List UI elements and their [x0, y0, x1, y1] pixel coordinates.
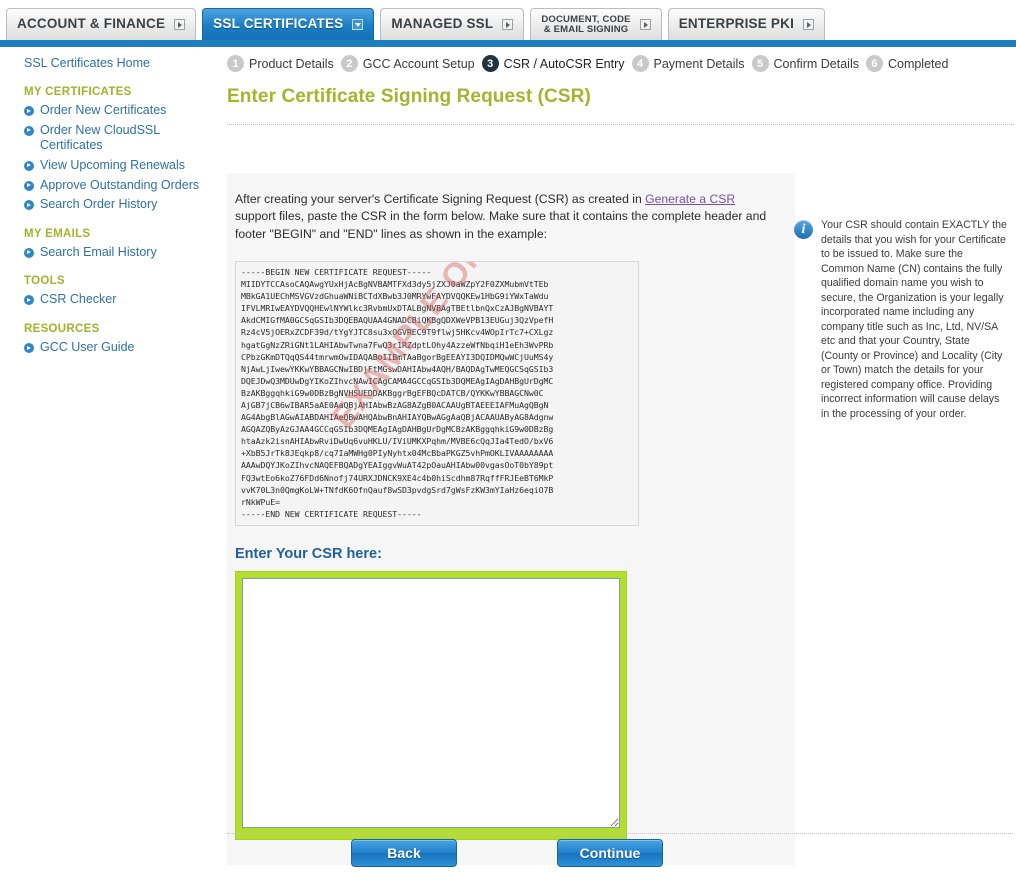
csr-example-text: -----BEGIN NEW CERTIFICATE REQUEST----- …	[241, 266, 554, 519]
info-text: Your CSR should contain EXACTLY the deta…	[821, 219, 1007, 420]
step-label: GCC Account Setup	[362, 56, 475, 71]
sidebar-item-label: CSR Checker	[40, 292, 117, 307]
tab-label: ENTERPRISE PKI	[678, 16, 795, 32]
step-confirm-details[interactable]: 5 Confirm Details	[751, 55, 859, 72]
step-csr-autocsr-entry[interactable]: 3 CSR / AutoCSR Entry	[481, 55, 625, 72]
tab-label: ACCOUNT & FINANCE	[17, 16, 166, 32]
sidebar-item-label: GCC User Guide	[40, 340, 135, 354]
info-panel: i Your CSR should contain EXACTLY the de…	[792, 173, 1014, 421]
sidebar-item-label: View Upcoming Renewals	[40, 157, 185, 172]
form-actions: Back Continue	[222, 839, 1016, 874]
arrow-bullet-icon	[24, 180, 34, 191]
step-number: 6	[865, 55, 883, 72]
arrow-bullet-icon	[24, 247, 34, 258]
generate-a-csr-link[interactable]: Generate a CSR	[645, 192, 735, 206]
csr-input[interactable]	[242, 577, 620, 828]
main-content: 1 Product Details 2 GCC Account Setup 3 …	[222, 47, 1016, 874]
step-number: 2	[340, 55, 358, 72]
sidebar-item-label: Order New Certificates	[40, 103, 167, 117]
sidebar-item-label: Search Email History	[40, 244, 157, 259]
csr-example-box: -----BEGIN NEW CERTIFICATE REQUEST----- …	[235, 260, 639, 526]
step-label: Confirm Details	[773, 56, 859, 71]
step-label: CSR / AutoCSR Entry	[503, 56, 625, 71]
chevron-right-icon[interactable]	[502, 19, 514, 30]
csr-form-panel: After creating your server's Certificate…	[227, 173, 795, 865]
step-number: 4	[631, 55, 649, 72]
step-number: 5	[751, 55, 769, 72]
back-button[interactable]: Back	[351, 839, 457, 867]
csr-textarea-label: Enter Your CSR here:	[235, 545, 382, 562]
intro-paragraph: After creating your server's Certificate…	[235, 191, 781, 243]
tab-account-finance[interactable]: ACCOUNT & FINANCE	[6, 8, 197, 40]
intro-text-part2: support files, paste the CSR in the form…	[235, 209, 767, 241]
sidebar: SSL Certificates Home MY CERTIFICATES Or…	[0, 47, 222, 358]
step-label: Completed	[887, 56, 949, 71]
sidebar-group-my-emails: MY EMAILS	[24, 227, 91, 240]
sidebar-item-gcc-user-guide[interactable]: GCC User Guide	[0, 338, 222, 358]
sidebar-item-label: Search Order History	[40, 197, 158, 212]
page-root: ACCOUNT & FINANCE SSL CERTIFICATES MANAG…	[0, 0, 1016, 874]
sidebar-item-label: Approve Outstanding Orders	[40, 177, 200, 192]
step-completed[interactable]: 6 Completed	[865, 55, 949, 72]
sidebar-group-tools: TOOLS	[24, 275, 65, 288]
sidebar-item-search-email-history[interactable]: Search Email History	[0, 243, 222, 263]
tab-managed-ssl[interactable]: MANAGED SSL	[380, 8, 525, 40]
sidebar-item-order-new-certificates[interactable]: Order New Certificates	[0, 101, 222, 121]
info-icon: i	[794, 220, 813, 239]
tab-ssl-certificates[interactable]: SSL CERTIFICATES	[202, 8, 375, 40]
arrow-bullet-icon	[24, 343, 34, 353]
chevron-right-icon[interactable]	[174, 19, 186, 30]
step-product-details[interactable]: 1 Product Details	[227, 55, 334, 72]
step-number: 3	[481, 55, 499, 72]
tab-label: DOCUMENT, CODE & EMAIL SIGNING	[541, 13, 631, 35]
sidebar-group-resources: RESOURCES	[24, 323, 100, 335]
csr-textarea-highlight	[235, 570, 627, 840]
tab-label-line1: DOCUMENT, CODE	[541, 13, 631, 25]
tab-enterprise-pki[interactable]: ENTERPRISE PKI	[667, 8, 826, 40]
sidebar-item-approve-outstanding-orders[interactable]: Approve Outstanding Orders	[0, 176, 222, 196]
step-payment-details[interactable]: 4 Payment Details	[631, 55, 745, 72]
tab-label: MANAGED SSL	[391, 16, 494, 32]
sidebar-item-ssl-certificates-home[interactable]: SSL Certificates Home	[0, 53, 222, 73]
sidebar-item-search-order-history[interactable]: Search Order History	[0, 195, 222, 215]
arrow-bullet-icon	[24, 125, 34, 136]
step-indicator: 1 Product Details 2 GCC Account Setup 3 …	[222, 47, 1016, 72]
page-title: Enter Certificate Signing Request (CSR)	[227, 86, 591, 107]
tab-document-code-email-signing[interactable]: DOCUMENT, CODE & EMAIL SIGNING	[530, 8, 662, 40]
chevron-down-icon[interactable]	[352, 19, 364, 30]
title-divider	[227, 124, 1014, 125]
chevron-right-icon[interactable]	[639, 19, 651, 30]
step-label: Product Details	[249, 56, 334, 71]
step-number: 1	[227, 55, 244, 72]
arrow-bullet-icon	[24, 200, 34, 211]
accent-bar	[0, 40, 1016, 47]
sidebar-item-view-upcoming-renewals[interactable]: View Upcoming Renewals	[0, 156, 222, 176]
tab-label-line2: & EMAIL SIGNING	[543, 23, 629, 35]
footer-divider	[227, 833, 1013, 834]
sidebar-item-label: Order New CloudSSL Certificates	[40, 122, 160, 153]
continue-button[interactable]: Continue	[557, 839, 663, 867]
arrow-bullet-icon	[24, 295, 34, 306]
sidebar-item-order-new-cloudssl-certificates[interactable]: Order New CloudSSL Certificates	[0, 121, 222, 156]
step-label: Payment Details	[653, 56, 745, 71]
step-gcc-account-setup[interactable]: 2 GCC Account Setup	[340, 55, 475, 72]
sidebar-group-my-certificates: MY CERTIFICATES	[24, 86, 132, 98]
main-tab-bar: ACCOUNT & FINANCE SSL CERTIFICATES MANAG…	[0, 0, 1016, 40]
chevron-right-icon[interactable]	[803, 19, 815, 30]
arrow-bullet-icon	[24, 106, 34, 116]
tab-label: SSL CERTIFICATES	[213, 16, 344, 32]
sidebar-item-csr-checker[interactable]: CSR Checker	[0, 290, 222, 310]
arrow-bullet-icon	[24, 160, 34, 171]
intro-text-part1: After creating your server's Certificate…	[235, 192, 646, 206]
